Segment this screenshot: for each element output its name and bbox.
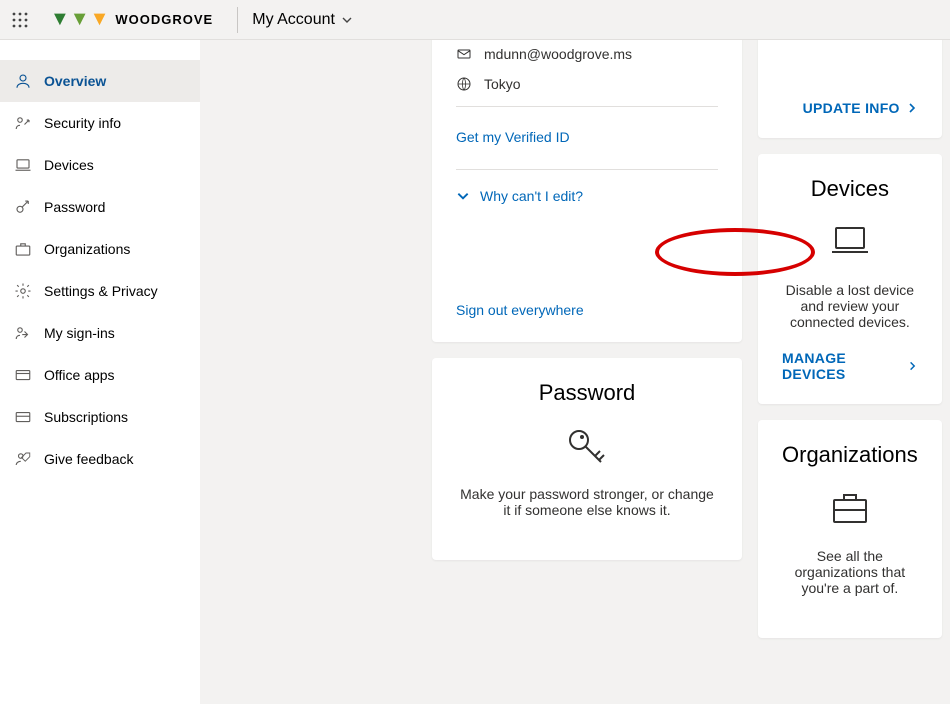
key-large-icon bbox=[563, 422, 611, 470]
sidebar-item-label: Give feedback bbox=[44, 451, 134, 467]
gear-icon bbox=[14, 282, 32, 300]
logo-mark-icon: ▼▼▼ bbox=[50, 8, 109, 31]
sidebar-item-label: Password bbox=[44, 199, 105, 215]
globe-icon bbox=[456, 76, 472, 92]
laptop-large-icon bbox=[826, 218, 874, 266]
sidebar-item-label: Security info bbox=[44, 115, 121, 131]
sidebar-item-label: Settings & Privacy bbox=[44, 283, 158, 299]
briefcase-icon bbox=[14, 240, 32, 258]
page-title-text: My Account bbox=[252, 11, 335, 29]
waffle-icon bbox=[12, 12, 28, 28]
sidebar-item-settings-privacy[interactable]: Settings & Privacy bbox=[0, 270, 200, 312]
mail-icon bbox=[456, 46, 472, 62]
update-info-text: UPDATE INFO bbox=[803, 100, 900, 116]
brand-logo[interactable]: ▼▼▼ WOODGROVE bbox=[40, 0, 223, 39]
sidebar-item-label: Overview bbox=[44, 73, 106, 89]
devices-card-title: Devices bbox=[782, 176, 918, 202]
sidebar-item-subscriptions[interactable]: Subscriptions bbox=[0, 396, 200, 438]
key-person-icon bbox=[14, 114, 32, 132]
main-content: mdunn@woodgrove.ms Tokyo Get my Verified… bbox=[200, 40, 950, 704]
why-cant-edit-link[interactable]: Why can't I edit? bbox=[456, 188, 718, 204]
sidebar-item-label: My sign-ins bbox=[44, 325, 115, 341]
sidebar-item-office-apps[interactable]: Office apps bbox=[0, 354, 200, 396]
why-cant-edit-text: Why can't I edit? bbox=[480, 188, 583, 204]
briefcase-large-icon bbox=[826, 484, 874, 532]
sign-out-everywhere-link[interactable]: Sign out everywhere bbox=[456, 302, 584, 318]
sidebar-item-feedback[interactable]: Give feedback bbox=[0, 438, 200, 480]
signin-icon bbox=[14, 324, 32, 342]
manage-devices-text: MANAGE DEVICES bbox=[782, 350, 901, 382]
sidebar-item-label: Office apps bbox=[44, 367, 115, 383]
page-title-dropdown[interactable]: My Account bbox=[252, 11, 353, 29]
sidebar-item-devices[interactable]: Devices bbox=[0, 144, 200, 186]
app-launcher[interactable] bbox=[0, 0, 40, 40]
password-card-desc: Make your password stronger, or change i… bbox=[456, 486, 718, 518]
email-row: mdunn@woodgrove.ms bbox=[456, 46, 718, 62]
card-icon bbox=[14, 408, 32, 426]
profile-card: mdunn@woodgrove.ms Tokyo Get my Verified… bbox=[432, 40, 742, 342]
location-text: Tokyo bbox=[484, 76, 521, 92]
devices-card-desc: Disable a lost device and review your co… bbox=[782, 282, 918, 330]
update-info-link[interactable]: UPDATE INFO bbox=[803, 100, 918, 116]
laptop-icon bbox=[14, 156, 32, 174]
sidebar-item-organizations[interactable]: Organizations bbox=[0, 228, 200, 270]
location-row: Tokyo bbox=[456, 76, 718, 92]
organizations-card-title: Organizations bbox=[782, 442, 918, 468]
email-text: mdunn@woodgrove.ms bbox=[484, 46, 632, 62]
manage-devices-link[interactable]: MANAGE DEVICES bbox=[782, 350, 918, 382]
feedback-icon bbox=[14, 450, 32, 468]
chevron-down-icon bbox=[341, 14, 353, 26]
person-icon bbox=[14, 72, 32, 90]
app-header: ▼▼▼ WOODGROVE My Account bbox=[0, 0, 950, 40]
divider bbox=[456, 169, 718, 170]
devices-card: Devices Disable a lost device and review… bbox=[758, 154, 942, 404]
brand-text: WOODGROVE bbox=[115, 12, 213, 27]
key-icon bbox=[14, 198, 32, 216]
sidebar-item-label: Subscriptions bbox=[44, 409, 128, 425]
chevron-down-icon bbox=[456, 189, 470, 203]
apps-icon bbox=[14, 366, 32, 384]
divider bbox=[456, 106, 718, 107]
sidebar-item-password[interactable]: Password bbox=[0, 186, 200, 228]
get-verified-id-link[interactable]: Get my Verified ID bbox=[456, 129, 570, 145]
sidebar-nav: Overview Security info Devices Password … bbox=[0, 40, 200, 704]
sidebar-item-security-info[interactable]: Security info bbox=[0, 102, 200, 144]
organizations-card-desc: See all the organizations that you're a … bbox=[782, 548, 918, 596]
password-card-title: Password bbox=[456, 380, 718, 406]
security-info-card-partial: UPDATE INFO bbox=[758, 40, 942, 138]
sidebar-item-my-signins[interactable]: My sign-ins bbox=[0, 312, 200, 354]
divider bbox=[237, 7, 238, 33]
sidebar-item-overview[interactable]: Overview bbox=[0, 60, 200, 102]
sidebar-item-label: Organizations bbox=[44, 241, 130, 257]
spacer bbox=[216, 40, 416, 688]
chevron-right-icon bbox=[907, 360, 918, 372]
organizations-card: Organizations See all the organizations … bbox=[758, 420, 942, 638]
sidebar-item-label: Devices bbox=[44, 157, 94, 173]
chevron-right-icon bbox=[906, 102, 918, 114]
password-card: Password Make your password stronger, or… bbox=[432, 358, 742, 560]
